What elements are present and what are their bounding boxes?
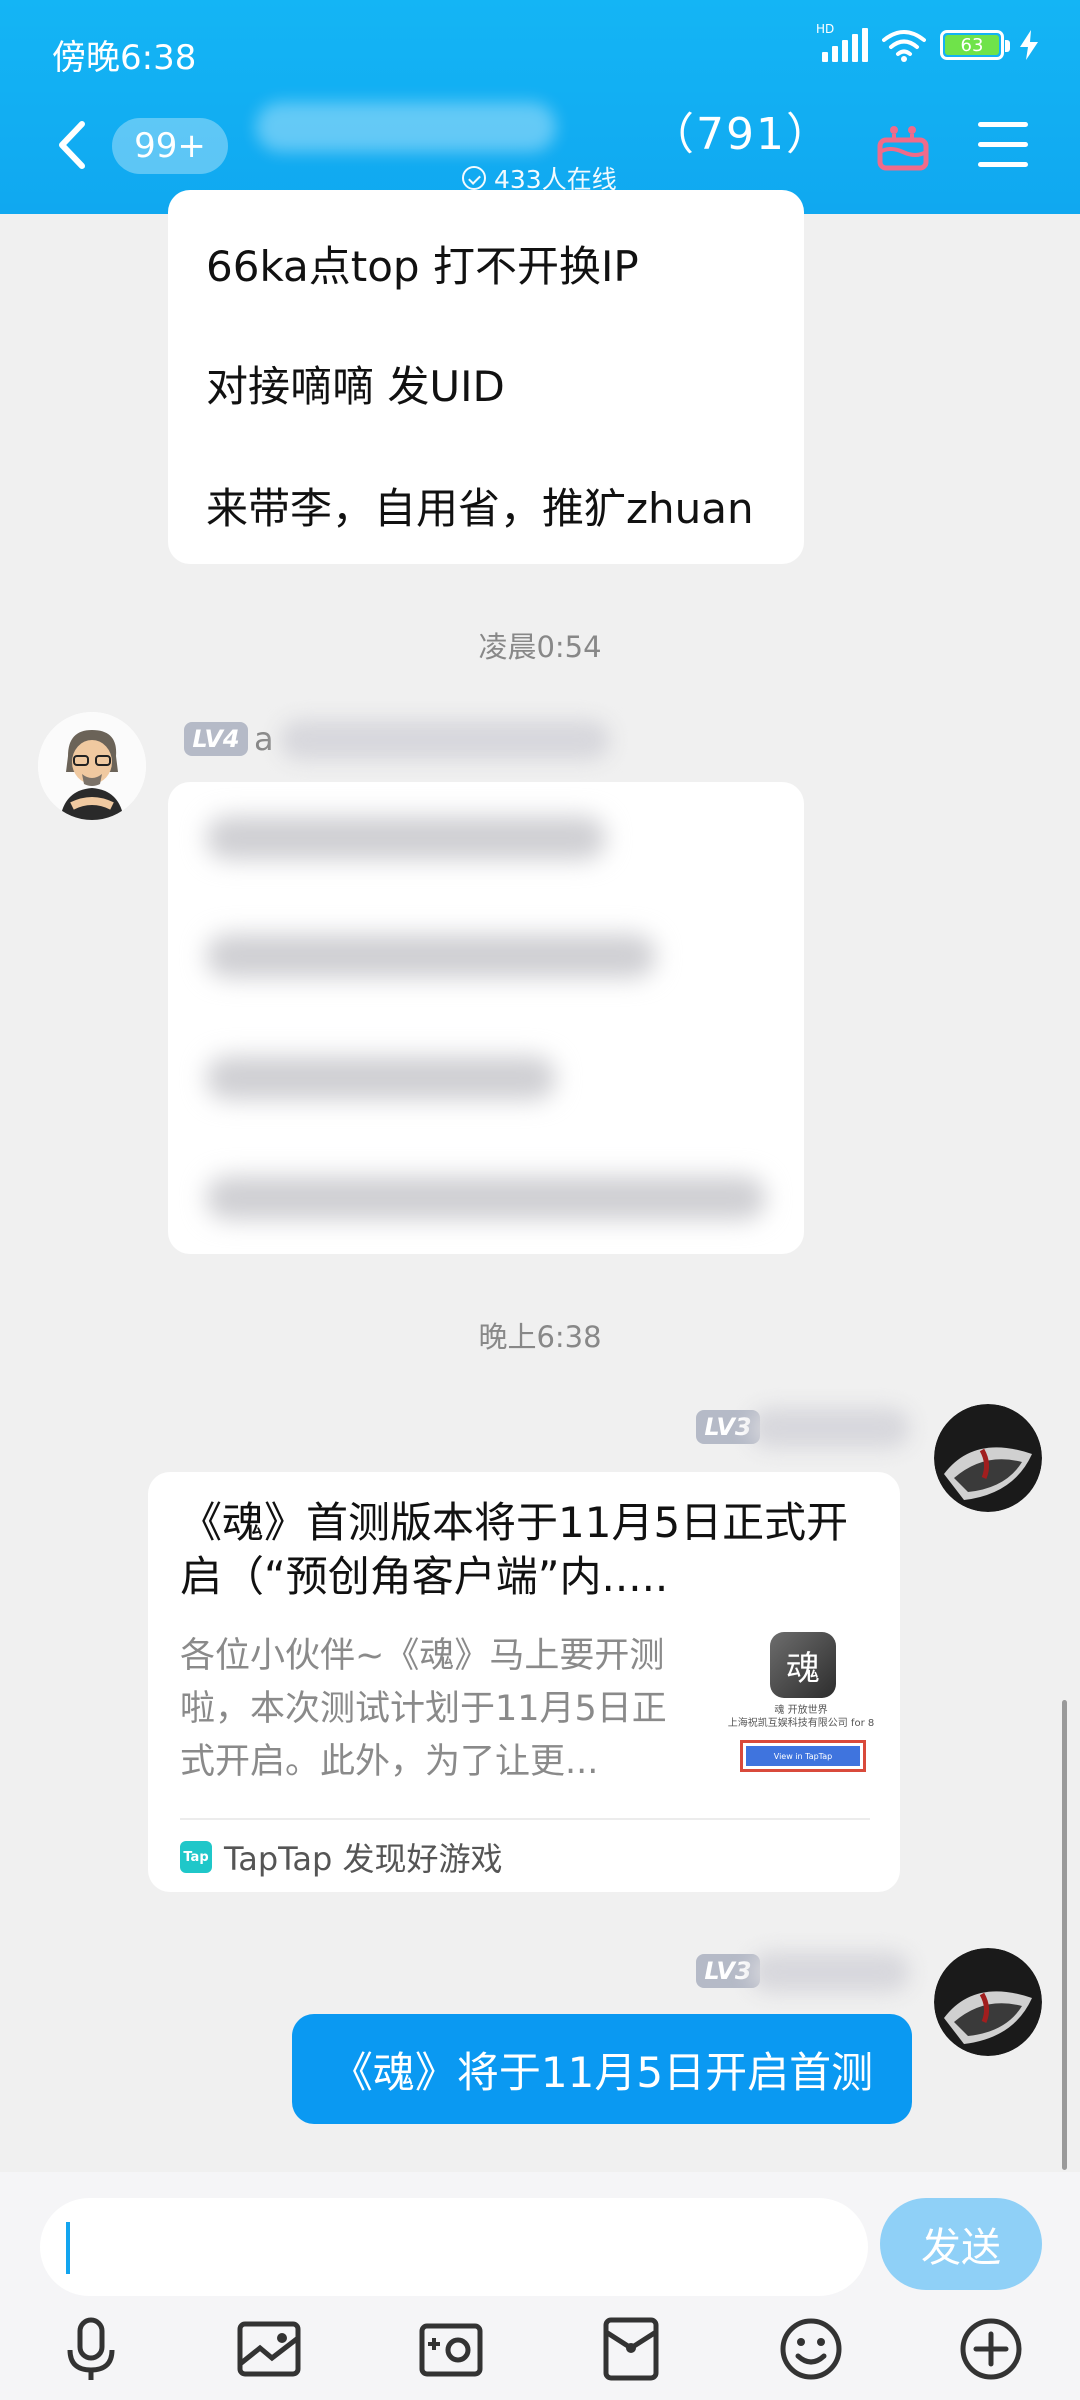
wifi-icon (882, 30, 926, 62)
shared-link-card[interactable]: 《魂》首测版本将于11月5日正式开启（“预创角客户端”内..... 各位小伙伴~… (148, 1472, 900, 1892)
battery-level: 63 (945, 35, 999, 56)
thumbnail-button-label: View in TapTap (746, 1746, 860, 1766)
message-bubble[interactable]: 《魂》将于11月5日开启首测 (292, 2014, 912, 2124)
plus-icon[interactable] (954, 2312, 1028, 2386)
red-packet-icon[interactable] (594, 2312, 668, 2386)
back-icon[interactable] (56, 120, 88, 170)
blurred-message-bubble[interactable] (168, 782, 804, 1254)
mic-icon[interactable] (54, 2312, 128, 2386)
online-check-icon (462, 166, 486, 190)
card-source: Tap TapTap 发现好游戏 (180, 1834, 503, 1880)
source-label: TapTap 发现好游戏 (224, 1840, 503, 1878)
card-thumbnail: 魂 魂 开放世界 上海祝凯互娱科技有限公司 for 8 View in TapT… (726, 1632, 876, 1782)
level-badge: LV4 (184, 722, 248, 756)
input-bar: 发送 (0, 2172, 1080, 2400)
status-time: 傍晚6:38 (52, 38, 197, 78)
text-caret (66, 2222, 70, 2274)
thumbnail-button: View in TapTap (740, 1740, 866, 1772)
card-divider (180, 1818, 870, 1820)
chat-header: 傍晚6:38 HD 63 99+ （791） 433人在线 (0, 0, 1080, 214)
gift-icon[interactable] (876, 118, 930, 172)
emoji-icon[interactable] (774, 2312, 848, 2386)
timestamp: 凌晨0:54 (478, 630, 602, 664)
game-logo: 魂 (770, 1632, 836, 1698)
member-count: （791） (650, 109, 832, 160)
timestamp: 晚上6:38 (478, 1320, 602, 1354)
camera-icon[interactable] (414, 2312, 488, 2386)
charging-icon (1020, 30, 1038, 60)
image-icon[interactable] (232, 2312, 306, 2386)
menu-icon[interactable] (978, 122, 1028, 168)
taptap-logo-icon: Tap (180, 1841, 212, 1873)
avatar[interactable] (934, 1404, 1042, 1512)
avatar[interactable] (38, 712, 146, 820)
thumbnail-caption: 魂 开放世界 上海祝凯互娱科技有限公司 for 8 (727, 1705, 875, 1729)
message-line: 对接嘀嘀 发UID (206, 362, 505, 411)
sender-nickname-blurred[interactable] (750, 1408, 910, 1448)
sender-nickname[interactable]: a (254, 720, 274, 758)
signal-icon: HD (816, 22, 868, 62)
send-button[interactable]: 发送 (880, 2198, 1042, 2290)
card-description: 各位小伙伴~《魂》马上要开测啦，本次测试计划于11月5日正式开启。此外，为了让更… (180, 1636, 667, 1782)
sender-nickname-blurred[interactable] (750, 1952, 910, 1992)
group-name-blurred[interactable] (256, 102, 556, 152)
card-title: 《魂》首测版本将于11月5日正式开启（“预创角客户端”内..... (180, 1498, 849, 1601)
unread-count-badge[interactable]: 99+ (112, 118, 228, 174)
avatar[interactable] (934, 1948, 1042, 2056)
message-line: 来带李，自用省，推犷zhuan (206, 484, 754, 533)
hd-label: HD (816, 22, 835, 36)
status-icons: HD 63 (816, 22, 1040, 62)
message-input[interactable] (40, 2198, 868, 2296)
battery-icon: 63 (940, 30, 1010, 60)
sender-nickname-blurred (280, 720, 610, 760)
message-bubble[interactable]: 66ka点top 打不开换IP 对接嘀嘀 发UID 来带李，自用省，推犷zhua… (168, 190, 804, 564)
scrollbar[interactable] (1062, 1700, 1067, 2170)
message-line: 66ka点top 打不开换IP (206, 242, 639, 291)
toolbar (0, 2312, 1080, 2392)
